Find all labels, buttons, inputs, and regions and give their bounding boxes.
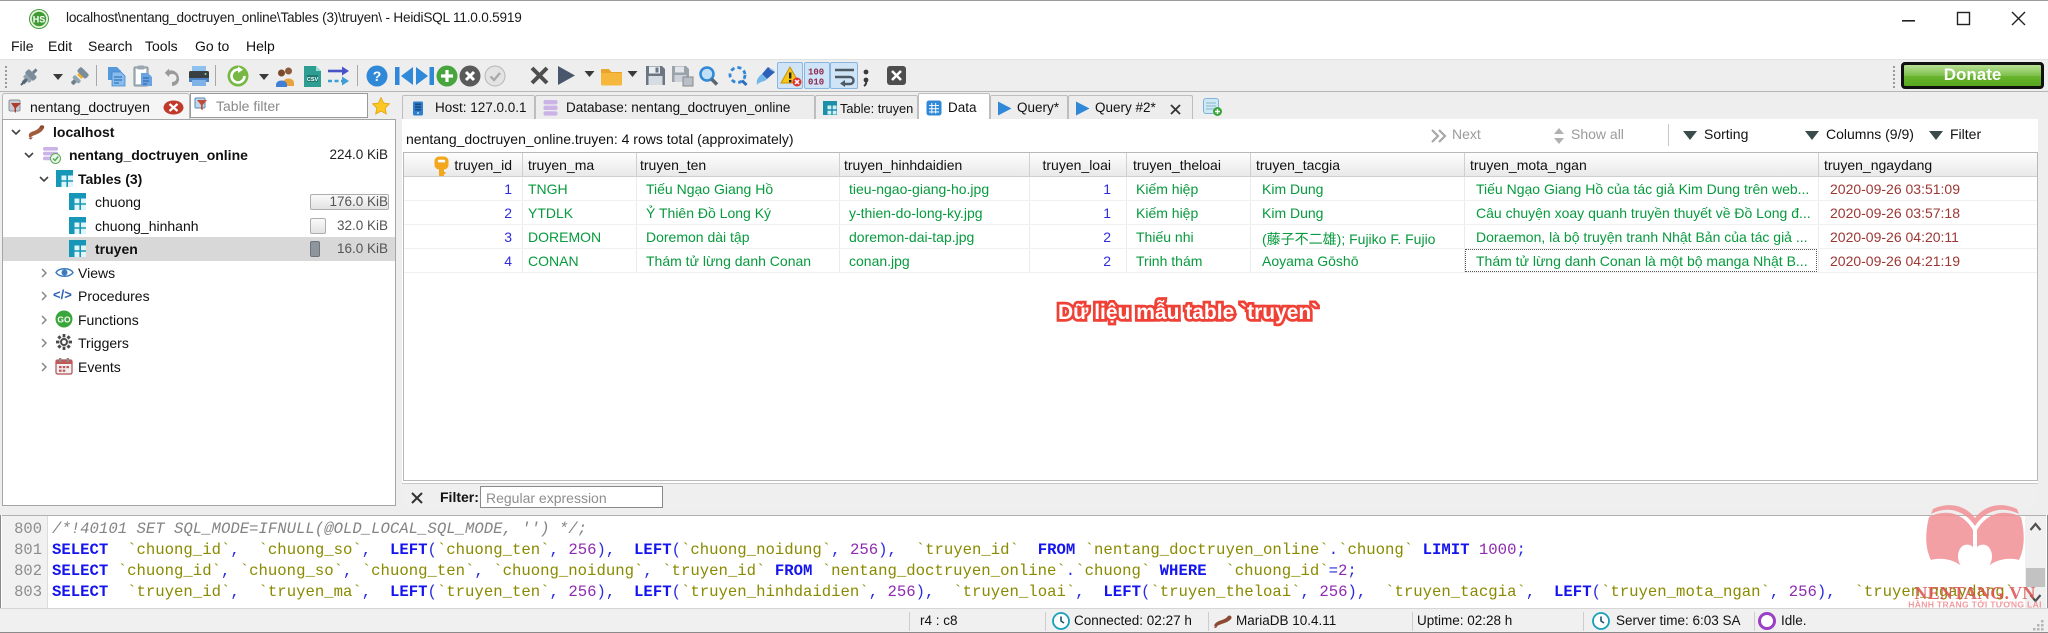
svg-text:?: ? xyxy=(373,68,382,84)
svg-text:GO: GO xyxy=(57,315,71,325)
svg-text:HS: HS xyxy=(33,15,46,25)
svg-text:CSV: CSV xyxy=(307,77,319,83)
svg-text:100: 100 xyxy=(808,68,824,78)
svg-text:HÀNH TRANG TỚI TƯƠNG LAI: HÀNH TRANG TỚI TƯƠNG LAI xyxy=(1908,599,2042,610)
svg-text:010: 010 xyxy=(808,78,824,88)
